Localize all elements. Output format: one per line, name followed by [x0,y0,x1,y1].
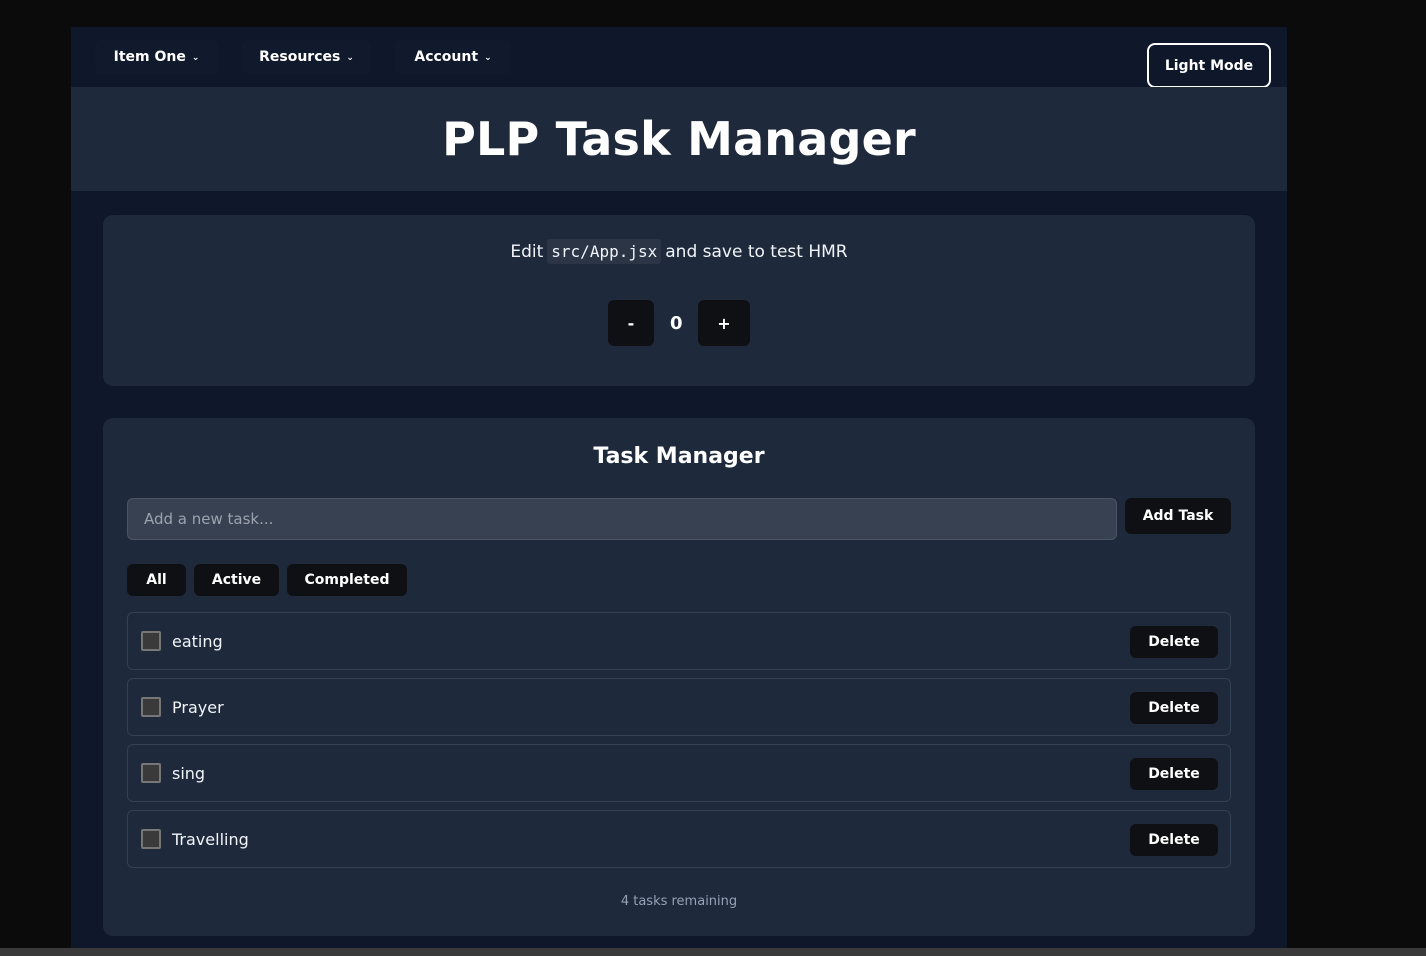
light-mode-toggle-button[interactable]: Light Mode [1147,43,1271,88]
tasks-remaining-count: 4 tasks remaining [620,894,738,909]
page-title: PLP Task Manager [442,112,916,166]
task-item: Prayer Delete [127,678,1231,736]
nav-item-label: Account [414,49,479,65]
counter-value: 0 [670,312,683,334]
horizontal-scrollbar[interactable] [0,948,1426,956]
delete-task-button[interactable]: Delete [1130,758,1218,790]
hmr-prefix: Edit [510,241,544,262]
hmr-instructions: Edit src/App.jsx and save to test HMR [103,239,1255,264]
page-header: PLP Task Manager [71,87,1287,191]
new-task-input[interactable] [127,498,1117,540]
filter-completed-button[interactable]: Completed [287,564,407,596]
delete-task-button[interactable]: Delete [1130,824,1218,856]
add-task-button[interactable]: Add Task [1125,498,1231,534]
task-checkbox[interactable] [141,697,161,717]
hmr-suffix: and save to test HMR [665,241,848,262]
navbar: Item One ⌄ Resources ⌄ Account ⌄ Light M… [71,27,1287,88]
delete-task-button[interactable]: Delete [1130,692,1218,724]
task-checkbox[interactable] [141,631,161,651]
nav-account-dropdown[interactable]: Account ⌄ [395,40,511,74]
filter-all-button[interactable]: All [127,564,186,596]
counter: - 0 + [103,300,1255,346]
task-text: sing [172,763,206,783]
nav-item-label: Item One [113,49,186,65]
hmr-card: Edit src/App.jsx and save to test HMR - … [103,215,1255,386]
task-item: Travelling Delete [127,810,1231,868]
task-manager-title: Task Manager [593,444,765,469]
task-text: Travelling [172,829,249,849]
chevron-down-icon: ⌄ [191,53,200,63]
app-container: Item One ⌄ Resources ⌄ Account ⌄ Light M… [71,27,1287,948]
delete-task-button[interactable]: Delete [1130,626,1218,658]
task-manager-card: Task Manager Add Task All Active Complet… [103,418,1255,936]
filter-active-button[interactable]: Active [194,564,279,596]
nav-item-label: Resources [259,49,341,65]
task-text: Prayer [172,697,224,717]
task-checkbox[interactable] [141,829,161,849]
nav-resources-dropdown[interactable]: Resources ⌄ [242,40,371,74]
decrement-button[interactable]: - [608,300,654,346]
task-item: eating Delete [127,612,1231,670]
increment-button[interactable]: + [698,300,750,346]
hmr-file-code: src/App.jsx [547,239,662,264]
task-checkbox[interactable] [141,763,161,783]
task-item: sing Delete [127,744,1231,802]
nav-item-one-dropdown[interactable]: Item One ⌄ [95,40,218,74]
chevron-down-icon: ⌄ [484,53,492,63]
chevron-down-icon: ⌄ [346,53,354,63]
task-text: eating [172,631,223,651]
